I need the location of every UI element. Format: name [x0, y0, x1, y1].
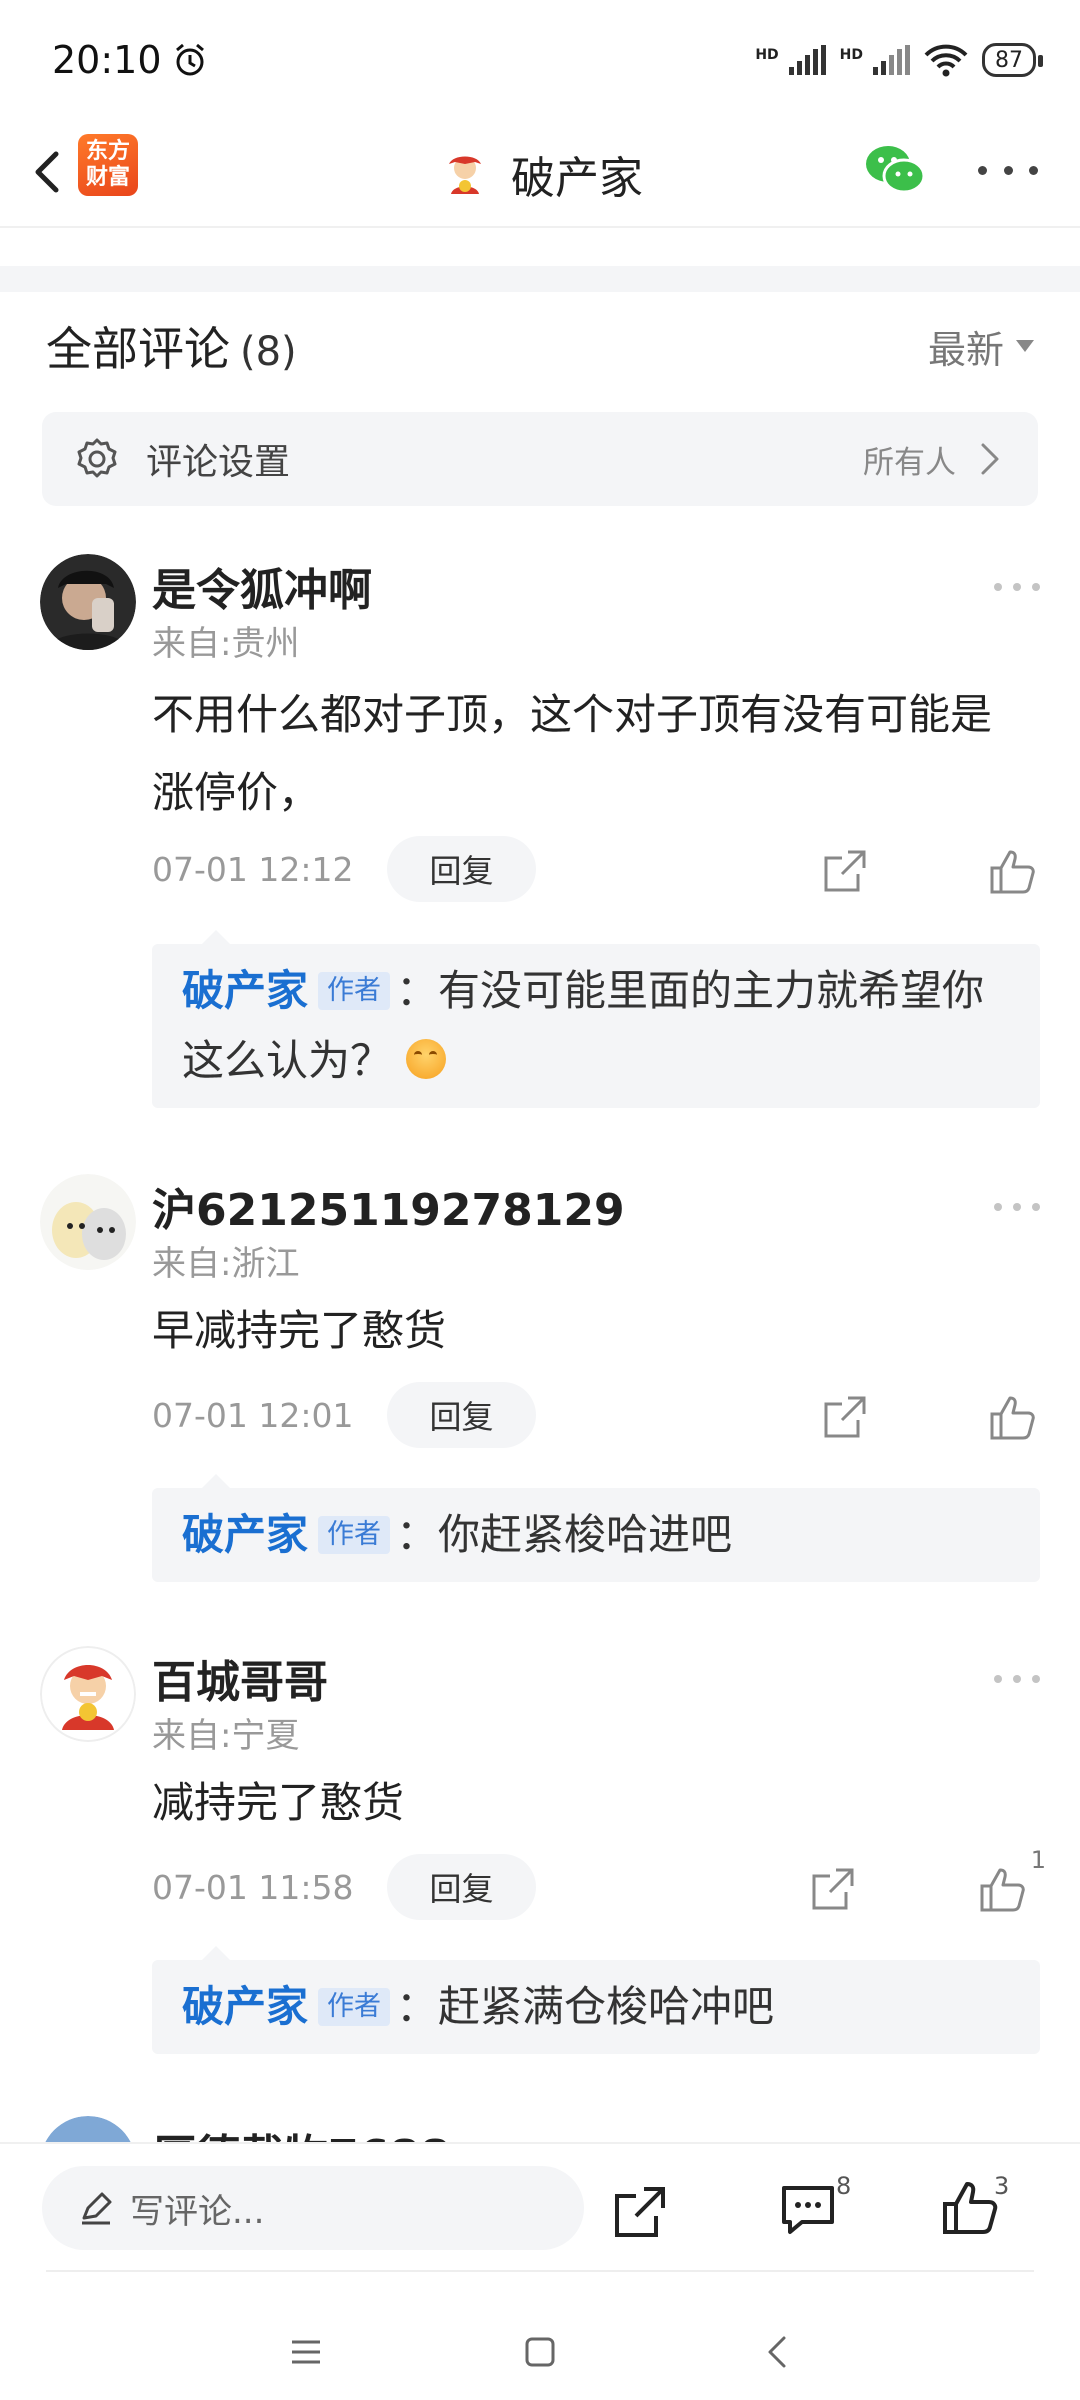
- share-icon[interactable]: [612, 2184, 668, 2240]
- author-reply: 破产家 作者 ：你赶紧梭哈进吧: [152, 1474, 1040, 1582]
- comment-item: 百城哥哥 来自:宁夏 减持完了憨货 07-01 11:58 回复 1 破产家 作者…: [40, 1646, 1046, 2066]
- share-icon[interactable]: [810, 1866, 856, 1912]
- write-comment-placeholder: 写评论...: [130, 2191, 265, 2232]
- comment-icon[interactable]: [778, 2180, 838, 2240]
- comment-more-icon[interactable]: [994, 1200, 1040, 1214]
- thumbs-up-icon[interactable]: [940, 2178, 1000, 2238]
- comment-text: 减持完了憨货: [152, 1778, 405, 1827]
- nav-title: 破产家: [511, 153, 643, 204]
- comments-title-group: 全部评论 (8): [46, 313, 297, 379]
- hd-label-2: HD: [839, 47, 863, 63]
- thumbs-up-icon[interactable]: [988, 846, 1038, 896]
- comment-date: 07-01 11:58: [152, 1867, 354, 1907]
- section-divider: [0, 266, 1080, 292]
- comment-item: 是令狐冲啊 来自:贵州 不用什么都对子顶，这个对子顶有没有可能是涨停价， 07-…: [40, 554, 1040, 1124]
- author-tag: 作者: [318, 972, 391, 1010]
- comment-count-badge: 8: [836, 2172, 852, 2200]
- reply-button[interactable]: 回复: [387, 836, 536, 902]
- reply-content: 破产家 作者 ：有没可能里面的主力就希望你这么认为？: [182, 956, 1010, 1096]
- reply-author[interactable]: 破产家: [182, 1982, 308, 2031]
- settings-value: 所有人: [863, 444, 956, 481]
- comment-more-icon[interactable]: [994, 580, 1040, 594]
- thumbs-up-icon[interactable]: [988, 1392, 1038, 1442]
- sort-label: 最新: [927, 327, 1004, 372]
- comments-title: 全部评论: [46, 322, 230, 376]
- comment-location: 来自:贵州: [152, 624, 300, 664]
- more-menu-icon[interactable]: [978, 150, 1038, 190]
- comment-more-icon[interactable]: [994, 1672, 1040, 1686]
- status-time: 20:10: [52, 38, 208, 82]
- comment-text: 早减持完了憨货: [152, 1306, 447, 1355]
- signal-icon-2: [873, 45, 910, 75]
- share-icon[interactable]: [822, 848, 868, 894]
- user-avatar[interactable]: [40, 1174, 136, 1270]
- user-avatar[interactable]: [40, 1646, 136, 1742]
- comment-username[interactable]: 沪62125119278129: [152, 1174, 625, 1238]
- battery-icon: 87: [982, 43, 1043, 77]
- author-avatar-icon[interactable]: [437, 146, 493, 202]
- reply-text: ：你赶紧梭哈进吧: [396, 1510, 733, 1559]
- comment-meta: 07-01 11:58 回复 1: [152, 1846, 1046, 1920]
- reply-text: ：赶紧满仓梭哈冲吧: [396, 1982, 775, 2031]
- thumbs-up-icon[interactable]: [978, 1864, 1028, 1914]
- comment-meta: 07-01 12:01 回复: [152, 1382, 1040, 1448]
- like-count: 1: [1030, 1846, 1046, 1874]
- user-avatar[interactable]: [40, 2116, 136, 2142]
- comment-username[interactable]: 是令狐冲啊: [152, 554, 372, 618]
- author-reply: 破产家 作者 ：赶紧满仓梭哈冲吧: [152, 1946, 1040, 2054]
- comment-username[interactable]: 百城哥哥: [152, 1646, 328, 1710]
- alarm-icon: [175, 43, 204, 76]
- sort-dropdown[interactable]: 最新: [928, 319, 1034, 374]
- gear-icon: [77, 438, 117, 478]
- reply-content: 破产家 作者 ：赶紧满仓梭哈冲吧: [182, 1972, 1010, 2042]
- author-reply: 破产家 作者 ：有没可能里面的主力就希望你这么认为？: [152, 930, 1040, 1108]
- bottom-action-bar: 写评论... 8 3: [0, 2142, 1080, 2274]
- author-tag: 作者: [318, 1988, 391, 2026]
- menu-icon[interactable]: [286, 2332, 326, 2372]
- wechat-icon[interactable]: [862, 140, 926, 200]
- comment-date: 07-01 12:01: [152, 1395, 354, 1435]
- comment-date: 07-01 12:12: [152, 849, 354, 889]
- clock-text: 20:10: [52, 38, 162, 82]
- comment-meta: 07-01 12:12 回复: [152, 836, 1040, 902]
- comment-settings-row[interactable]: 评论设置 所有人: [42, 412, 1038, 506]
- reply-button[interactable]: 回复: [387, 1854, 536, 1920]
- back-nav-icon[interactable]: [758, 2332, 798, 2372]
- wifi-icon: [924, 44, 968, 77]
- user-avatar[interactable]: [40, 554, 136, 650]
- reply-button[interactable]: 回复: [387, 1382, 536, 1448]
- comments-count: (8): [240, 329, 297, 375]
- system-nav-bar: [0, 2290, 1080, 2400]
- battery-level: 87: [995, 47, 1023, 73]
- hd-label: HD: [755, 47, 779, 63]
- signal-icon: [788, 45, 826, 75]
- reply-content: 破产家 作者 ：你赶紧梭哈进吧: [182, 1500, 1010, 1570]
- like-count-badge: 3: [994, 2172, 1010, 2200]
- comment-text: 不用什么都对子顶，这个对子顶有没有可能是涨停价，: [152, 690, 993, 817]
- home-icon[interactable]: [520, 2332, 560, 2372]
- bottom-divider: [46, 2270, 1034, 2272]
- emoji-icon: [406, 1039, 447, 1079]
- comment-location: 来自:浙江: [152, 1244, 300, 1284]
- reply-author[interactable]: 破产家: [182, 966, 308, 1015]
- status-bar: 20:10 HD HD 87: [0, 0, 1080, 120]
- caret-down-icon: [1016, 340, 1034, 352]
- status-icons: HD HD 87: [755, 43, 1043, 77]
- reply-author[interactable]: 破产家: [182, 1510, 308, 1559]
- comment-item: 沪62125119278129 来自:浙江 早减持完了憨货 07-01 12:0…: [40, 1174, 1040, 1594]
- nav-bar: 东方财富 破产家: [0, 120, 1080, 228]
- comment-item-partial: 厚德载物7688: [40, 2116, 1040, 2142]
- pencil-icon: [82, 2192, 112, 2225]
- write-comment-input[interactable]: 写评论...: [42, 2166, 584, 2250]
- author-tag: 作者: [318, 1516, 391, 1554]
- share-icon[interactable]: [822, 1394, 868, 1440]
- settings-label: 评论设置: [146, 442, 291, 483]
- chevron-right-icon: [981, 443, 999, 475]
- comment-username[interactable]: 厚德载物7688: [152, 2120, 450, 2142]
- comment-location: 来自:宁夏: [152, 1716, 300, 1756]
- comments-header: 全部评论 (8) 最新: [46, 312, 1034, 380]
